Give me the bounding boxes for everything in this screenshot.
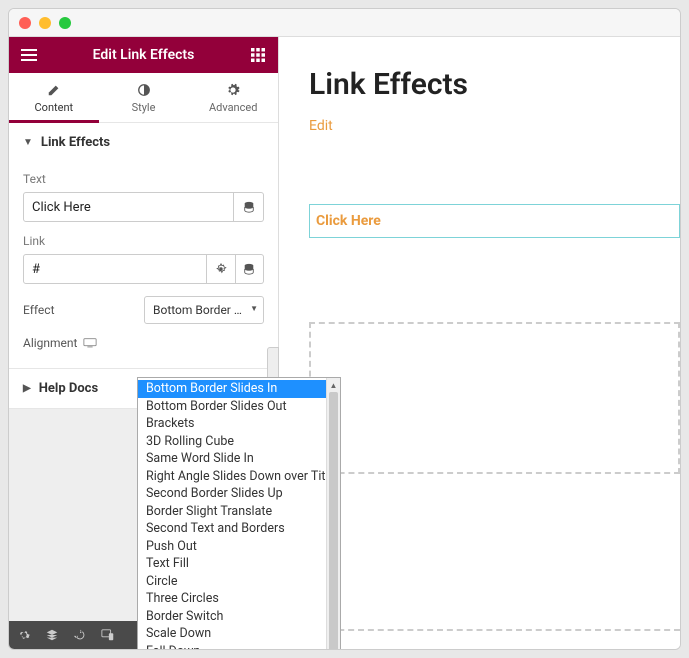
effect-field-label: Effect bbox=[23, 303, 55, 317]
database-icon bbox=[243, 263, 255, 275]
dropdown-scrollbar[interactable]: ▲ ▼ bbox=[326, 378, 340, 650]
gear-icon bbox=[226, 83, 240, 97]
effect-option[interactable]: Second Text and Borders bbox=[138, 520, 326, 538]
window-titlebar bbox=[9, 9, 680, 37]
scroll-thumb[interactable] bbox=[329, 392, 338, 650]
text-input[interactable] bbox=[23, 192, 234, 222]
effect-option[interactable]: Right Angle Slides Down over Title bbox=[138, 468, 326, 486]
effect-option[interactable]: Bottom Border Slides Out bbox=[138, 398, 326, 416]
section-help-docs-title: Help Docs bbox=[39, 381, 98, 396]
link-options-button[interactable] bbox=[207, 254, 236, 284]
panel-title: Edit Link Effects bbox=[93, 47, 195, 63]
effect-option[interactable]: Circle bbox=[138, 573, 326, 591]
effect-option[interactable]: Same Word Slide In bbox=[138, 450, 326, 468]
effect-option[interactable]: Brackets bbox=[138, 415, 326, 433]
link-dynamic-button[interactable] bbox=[236, 254, 265, 284]
section-link-effects: ▼ Link Effects Text Link bbox=[9, 123, 278, 369]
effect-option[interactable]: 3D Rolling Cube bbox=[138, 433, 326, 451]
tab-content[interactable]: Content bbox=[9, 73, 99, 122]
close-window-button[interactable] bbox=[19, 17, 31, 29]
responsive-icon bbox=[101, 628, 115, 642]
effect-option[interactable]: Border Switch bbox=[138, 608, 326, 626]
link-input[interactable] bbox=[23, 254, 207, 284]
effect-select[interactable]: Bottom Border Slides In bbox=[144, 296, 264, 324]
gear-icon bbox=[17, 628, 31, 642]
tab-style[interactable]: Style bbox=[99, 73, 189, 122]
database-icon bbox=[243, 201, 255, 213]
widgets-button[interactable] bbox=[248, 45, 268, 65]
panel-tabs: Content Style Advanced bbox=[9, 73, 278, 123]
effect-dropdown[interactable]: Bottom Border Slides InBottom Border Sli… bbox=[137, 377, 341, 650]
effect-option[interactable]: Push Out bbox=[138, 538, 326, 556]
settings-button[interactable] bbox=[17, 628, 31, 642]
sidebar-topbar: Edit Link Effects bbox=[9, 37, 278, 73]
effect-option[interactable]: Second Border Slides Up bbox=[138, 485, 326, 503]
hamburger-icon bbox=[21, 47, 37, 63]
responsive-button[interactable] bbox=[101, 628, 115, 642]
history-icon bbox=[73, 628, 87, 642]
chevron-right-icon: ▶ bbox=[23, 383, 31, 394]
grid-icon bbox=[251, 48, 265, 62]
gear-icon bbox=[215, 263, 227, 275]
minimize-window-button[interactable] bbox=[39, 17, 51, 29]
link-field-label: Link bbox=[23, 234, 264, 248]
app-window: Edit Link Effects Content Style Advanced bbox=[8, 8, 681, 650]
drop-zone[interactable] bbox=[309, 322, 680, 474]
edit-link[interactable]: Edit bbox=[309, 118, 680, 134]
link-effects-widget-text: Click Here bbox=[316, 213, 381, 229]
effect-option[interactable]: Scale Down bbox=[138, 625, 326, 643]
effect-dropdown-list: Bottom Border Slides InBottom Border Sli… bbox=[138, 378, 326, 650]
contrast-icon bbox=[137, 83, 151, 97]
chevron-down-icon: ▼ bbox=[23, 137, 33, 148]
effect-option[interactable]: Text Fill bbox=[138, 555, 326, 573]
maximize-window-button[interactable] bbox=[59, 17, 71, 29]
navigator-button[interactable] bbox=[45, 628, 59, 642]
effect-option[interactable]: Border Slight Translate bbox=[138, 503, 326, 521]
dynamic-tags-button[interactable] bbox=[234, 192, 264, 222]
tab-style-label: Style bbox=[132, 101, 156, 114]
link-effects-widget[interactable]: Click Here bbox=[309, 204, 680, 238]
tab-advanced-label: Advanced bbox=[209, 101, 257, 114]
menu-button[interactable] bbox=[19, 45, 39, 65]
effect-option[interactable]: Fall Down bbox=[138, 643, 326, 651]
pencil-icon bbox=[47, 83, 61, 97]
scroll-up-arrow[interactable]: ▲ bbox=[327, 378, 340, 392]
section-link-effects-title: Link Effects bbox=[41, 135, 110, 150]
effect-option[interactable]: Bottom Border Slides In bbox=[138, 380, 326, 398]
history-button[interactable] bbox=[73, 628, 87, 642]
tab-advanced[interactable]: Advanced bbox=[188, 73, 278, 122]
alignment-field-label: Alignment bbox=[23, 336, 97, 350]
effect-option[interactable]: Three Circles bbox=[138, 590, 326, 608]
section-link-effects-toggle[interactable]: ▼ Link Effects bbox=[9, 123, 278, 162]
tab-content-label: Content bbox=[35, 101, 74, 114]
layers-icon bbox=[45, 628, 59, 642]
desktop-icon bbox=[83, 336, 97, 350]
editor-sidebar: Edit Link Effects Content Style Advanced bbox=[9, 37, 279, 649]
text-field-label: Text bbox=[23, 172, 264, 186]
page-title: Link Effects bbox=[309, 67, 680, 102]
